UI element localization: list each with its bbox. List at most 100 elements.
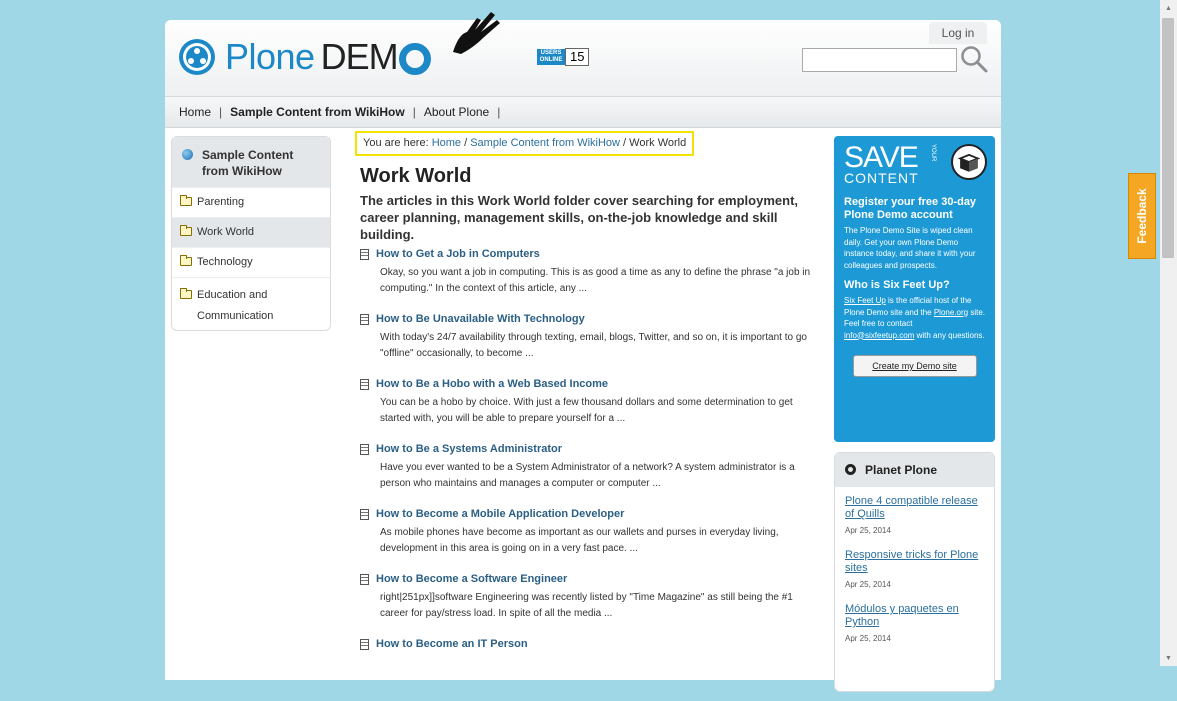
- search-input[interactable]: [802, 48, 957, 72]
- nav-sample-content[interactable]: Sample Content from WikiHow: [222, 105, 413, 119]
- nav-home[interactable]: Home: [171, 105, 219, 119]
- item-title-link[interactable]: How to Become a Mobile Application Devel…: [360, 506, 820, 522]
- item-title-link[interactable]: How to Become an IT Person: [360, 636, 820, 652]
- item-title-link[interactable]: How to Be a Hobo with a Web Based Income: [360, 376, 820, 392]
- planet-plone-header: Planet Plone: [835, 453, 994, 487]
- folder-icon: [180, 288, 192, 299]
- nav-about-plone[interactable]: About Plone: [416, 105, 497, 119]
- folder-icon: [180, 225, 192, 236]
- promo-register-heading: Register your free 30-day Plone Demo acc…: [844, 196, 977, 221]
- planet-item: Módulos y paquetes en Python Apr 25, 201…: [835, 589, 994, 643]
- global-nav: Home | Sample Content from WikiHow | Abo…: [165, 96, 1001, 128]
- sidebar-item-work-world[interactable]: Work World: [172, 217, 330, 247]
- breadcrumb-separator: /: [461, 137, 471, 149]
- document-icon: [360, 573, 369, 585]
- scroll-thumb[interactable]: [1162, 18, 1174, 258]
- list-item: How to Become a Mobile Application Devel…: [360, 506, 820, 571]
- sidebar-item-parenting[interactable]: Parenting: [172, 187, 330, 217]
- login-link[interactable]: Log in: [929, 22, 987, 44]
- search-icon[interactable]: [959, 44, 989, 74]
- page-title: Work World: [360, 165, 472, 187]
- document-icon: [360, 313, 369, 325]
- breadcrumb: You are here: Home / Sample Content from…: [355, 131, 695, 156]
- scroll-down-arrow-icon[interactable]: ▼: [1160, 652, 1177, 666]
- plone-org-link[interactable]: Plone.org: [934, 308, 968, 317]
- planet-item-date: Apr 25, 2014: [845, 634, 891, 643]
- sidebar-item-technology[interactable]: Technology: [172, 247, 330, 277]
- item-description: Have you ever wanted to be a System Admi…: [380, 462, 795, 489]
- nav-separator: |: [497, 105, 501, 119]
- planet-item-link[interactable]: Plone 4 compatible release of Quills: [845, 495, 984, 521]
- promo-sixfeetup-text: Six Feet Up is the official host of the …: [844, 296, 985, 340]
- promo-your: YOUR: [929, 144, 936, 162]
- save-content-promo: SAVE YOUR CONTENT Register your free 30-d…: [834, 136, 995, 442]
- vertical-scrollbar[interactable]: ▲ ▼: [1160, 0, 1177, 666]
- site-header: Plone DEM USERS ONLINE 15 Log in: [165, 12, 1001, 96]
- navigation-portlet-title: Sample Content from WikiHow: [202, 148, 294, 178]
- planet-item-link[interactable]: Responsive tricks for Plone sites: [845, 549, 984, 575]
- planet-item-date: Apr 25, 2014: [845, 526, 891, 535]
- document-icon: [360, 508, 369, 520]
- scroll-up-arrow-icon[interactable]: ▲: [1160, 2, 1177, 16]
- sidebar-item-label: Parenting: [197, 196, 245, 208]
- sidebar-item-label: Education and Communication: [197, 289, 274, 322]
- promo-sixfeetup-heading: Who is Six Feet Up?: [844, 279, 950, 291]
- page-description: The articles in this Work World folder c…: [360, 193, 799, 242]
- create-demo-site-button[interactable]: Create my Demo site: [852, 355, 977, 377]
- item-title-link[interactable]: How to Become a Software Engineer: [360, 571, 820, 587]
- list-item: How to Be a Systems Administrator Have y…: [360, 441, 820, 506]
- sidebar-item-label: Technology: [197, 256, 253, 268]
- list-item: How to Get a Job in Computers Okay, so y…: [360, 246, 820, 311]
- item-description: As mobile phones have become as importan…: [380, 527, 779, 554]
- planet-item: Responsive tricks for Plone sites Apr 25…: [835, 535, 994, 589]
- logo-demo-text: DEM: [320, 36, 399, 77]
- document-icon: [360, 248, 369, 260]
- item-title-link[interactable]: How to Get a Job in Computers: [360, 246, 820, 262]
- planet-item: Plone 4 compatible release of Quills Apr…: [835, 487, 994, 535]
- list-item: How to Be Unavailable With Technology Wi…: [360, 311, 820, 376]
- bullet-icon: [182, 149, 193, 160]
- navigation-portlet-header[interactable]: Sample Content from WikiHow: [172, 137, 330, 187]
- document-icon: [360, 443, 369, 455]
- users-online-count: 15: [565, 48, 590, 66]
- breadcrumb-current: Work World: [629, 137, 687, 149]
- item-description: Okay, so you want a job in computing. Th…: [380, 267, 811, 294]
- list-item: How to Be a Hobo with a Web Based Income…: [360, 376, 820, 441]
- list-item: How to Become an IT Person: [360, 636, 820, 701]
- item-description: With today's 24/7 availability through t…: [380, 332, 807, 359]
- folder-contents: How to Get a Job in Computers Okay, so y…: [360, 246, 820, 701]
- site-logo[interactable]: Plone DEM: [179, 32, 431, 82]
- gear-icon: [398, 43, 431, 75]
- breadcrumb-section[interactable]: Sample Content from WikiHow: [470, 137, 620, 149]
- feedback-tab[interactable]: Feedback: [1128, 173, 1156, 259]
- page-container: Plone DEM USERS ONLINE 15 Log in Home | …: [165, 12, 1001, 692]
- folder-icon: [180, 255, 192, 266]
- item-title-link[interactable]: How to Be a Systems Administrator: [360, 441, 820, 457]
- sidebar-item-label: Work World: [197, 226, 255, 238]
- folder-icon: [180, 195, 192, 206]
- hand-icon: [453, 12, 500, 54]
- planet-plone-portlet: Planet Plone Plone 4 compatible release …: [834, 452, 995, 692]
- plone-logo-icon: [179, 39, 215, 75]
- breadcrumb-prefix: You are here:: [363, 137, 432, 149]
- item-description: right|251px]]software Engineering was re…: [380, 592, 793, 619]
- users-online-label: USERS ONLINE: [537, 49, 565, 65]
- logo-text: Plone: [225, 36, 315, 77]
- document-icon: [360, 638, 369, 650]
- email-link[interactable]: info@sixfeetup.com: [844, 331, 914, 340]
- navigation-portlet: Sample Content from WikiHow Parenting Wo…: [171, 136, 331, 331]
- sidebar-item-education[interactable]: Education and Communication: [172, 277, 330, 334]
- document-icon: [360, 378, 369, 390]
- ring-icon: [845, 464, 856, 475]
- users-online-badge: USERS ONLINE 15: [537, 48, 590, 66]
- breadcrumb-home[interactable]: Home: [432, 137, 461, 149]
- sixfeetup-link[interactable]: Six Feet Up: [844, 296, 886, 305]
- list-item: How to Become a Software Engineer right|…: [360, 571, 820, 636]
- item-description: You can be a hobo by choice. With just a…: [380, 397, 793, 424]
- planet-item-date: Apr 25, 2014: [845, 580, 891, 589]
- breadcrumb-separator: /: [620, 137, 630, 149]
- feedback-label: Feedback: [1135, 188, 1149, 244]
- planet-item-link[interactable]: Módulos y paquetes en Python: [845, 603, 984, 629]
- item-title-link[interactable]: How to Be Unavailable With Technology: [360, 311, 820, 327]
- box-icon: [951, 144, 987, 180]
